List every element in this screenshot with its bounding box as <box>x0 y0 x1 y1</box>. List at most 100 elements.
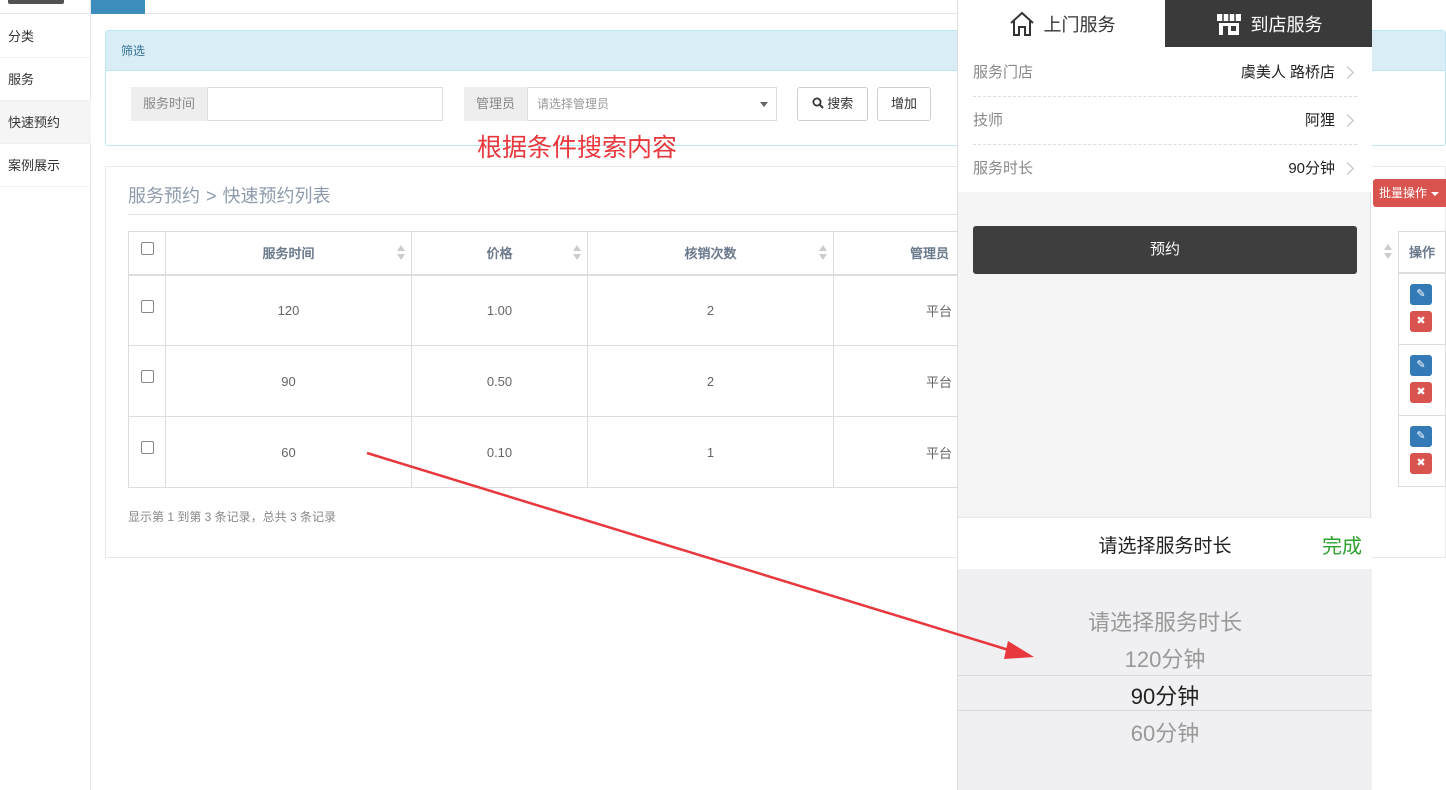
select-all-checkbox[interactable] <box>140 242 154 255</box>
top-active-tab[interactable] <box>91 0 145 14</box>
col-label: 价格 <box>486 246 513 262</box>
service-time-input[interactable] <box>207 87 444 121</box>
technician-row[interactable]: 技师 阿狸 <box>973 97 1357 145</box>
search-icon <box>812 97 824 109</box>
chevron-right-icon <box>1341 162 1354 175</box>
cell-price: 0.50 <box>411 345 588 417</box>
book-button[interactable]: 预约 <box>973 226 1357 274</box>
select-all-cell <box>128 231 166 276</box>
row-checkbox-cell <box>128 416 166 488</box>
cut-off-title <box>8 0 64 4</box>
cell-admin: 平台 <box>833 416 958 488</box>
add-button[interactable]: 增加 <box>877 87 931 121</box>
tab-home-label: 上门服务 <box>1043 14 1116 35</box>
search-button-label: 搜索 <box>827 96 854 111</box>
picker-option[interactable]: 60分钟 <box>958 716 1372 748</box>
row-checkbox[interactable] <box>140 441 154 454</box>
breadcrumb-separator: > <box>206 186 217 206</box>
col-label: 核销次数 <box>684 246 737 262</box>
duration-value: 90分钟 <box>1288 160 1335 177</box>
top-divider <box>145 13 957 14</box>
batch-operation-button[interactable]: 批量操作 <box>1373 179 1446 207</box>
breadcrumb-divider <box>128 214 1068 215</box>
col-operations: 操作 <box>1398 231 1446 274</box>
sidebar-top <box>0 0 91 14</box>
picker-option[interactable]: 请选择服务时长 <box>958 605 1372 637</box>
edit-icon[interactable]: ✎ <box>1410 355 1432 376</box>
service-time-label: 服务时间 <box>131 87 208 121</box>
cell-count: 2 <box>587 274 834 346</box>
mobile-tabs: 上门服务 到店服务 <box>958 0 1372 47</box>
pagination-info: 显示第 1 到第 3 条记录，总共 3 条记录 <box>128 510 337 524</box>
admin-select-placeholder: 请选择管理员 <box>537 97 610 111</box>
sidebar-item-cases[interactable]: 案例展示 <box>0 144 91 187</box>
sort-icon <box>397 245 405 261</box>
col-service-time[interactable]: 服务时间 <box>165 231 412 276</box>
op-row: ✎ ✖ <box>1398 345 1446 416</box>
mobile-preview: 上门服务 到店服务 服务门店 虞美人 路桥店 技师 阿狸 服务时长 90分钟 预… <box>957 0 1372 790</box>
duration-row[interactable]: 服务时长 90分钟 <box>973 145 1357 193</box>
table-row: 60 0.10 1 平台 <box>128 416 958 488</box>
row-checkbox[interactable] <box>140 299 154 313</box>
cell-admin: 平台 <box>833 345 958 417</box>
sidebar-item-quick-booking[interactable]: 快速预约 <box>0 101 91 144</box>
sidebar-item-service[interactable]: 服务 <box>0 58 91 101</box>
cell-price: 0.10 <box>411 416 588 488</box>
search-button[interactable]: 搜索 <box>797 87 868 121</box>
tab-store-label: 到店服务 <box>1250 14 1323 35</box>
picker-title: 请选择服务时长 <box>1098 536 1232 557</box>
delete-icon[interactable]: ✖ <box>1410 453 1432 474</box>
cell-admin: 平台 <box>833 274 958 346</box>
store-value: 虞美人 路桥店 <box>1240 64 1335 81</box>
breadcrumb-current: 快速预约列表 <box>222 186 331 206</box>
col-redeem-count[interactable]: 核销次数 <box>587 231 834 276</box>
cell-count: 2 <box>587 345 834 417</box>
col-admin[interactable]: 管理员 <box>833 231 958 276</box>
tab-home-service[interactable]: 上门服务 <box>958 0 1165 47</box>
cell-count: 1 <box>587 416 834 488</box>
delete-icon[interactable]: ✖ <box>1410 311 1432 332</box>
picker-selection-line <box>958 710 1372 711</box>
sort-icon <box>819 245 827 261</box>
batch-operation-label: 批量操作 <box>1379 186 1428 200</box>
edit-icon[interactable]: ✎ <box>1410 284 1432 305</box>
booking-table: 服务时间 价格 核销次数 管理员 120 1.00 2 平台 90 0.50 2… <box>128 231 958 488</box>
chevron-right-icon <box>1341 66 1354 79</box>
chevron-down-icon <box>760 102 769 107</box>
sort-icon <box>1384 244 1392 260</box>
duration-picker-wheel[interactable]: 请选择服务时长 120分钟 90分钟 60分钟 <box>958 569 1372 790</box>
technician-label: 技师 <box>973 112 1004 129</box>
col-label: 管理员 <box>909 246 949 262</box>
edit-icon[interactable]: ✎ <box>1410 426 1432 447</box>
picker-toolbar: 请选择服务时长 完成 <box>958 517 1372 569</box>
sort-icon <box>573 245 581 261</box>
caret-down-icon <box>1431 191 1440 196</box>
home-icon <box>1009 11 1034 36</box>
breadcrumb: 服务预约 > 快速预约列表 <box>128 182 331 208</box>
table-row: 90 0.50 2 平台 <box>128 345 958 417</box>
picker-selection-line <box>958 675 1372 676</box>
cell-time: 120 <box>165 274 412 346</box>
chevron-right-icon <box>1341 114 1354 127</box>
tab-store-service[interactable]: 到店服务 <box>1165 0 1372 47</box>
picker-option-selected[interactable]: 90分钟 <box>958 679 1372 711</box>
store-row[interactable]: 服务门店 虞美人 路桥店 <box>973 49 1357 97</box>
cell-price: 1.00 <box>411 274 588 346</box>
technician-value: 阿狸 <box>1304 112 1335 129</box>
sidebar-item-category[interactable]: 分类 <box>0 15 91 58</box>
picker-option[interactable]: 120分钟 <box>958 642 1372 674</box>
table-row: 120 1.00 2 平台 <box>128 274 958 346</box>
admin-select[interactable]: 请选择管理员 <box>527 87 778 121</box>
annotation-text: 根据条件搜索内容 <box>477 133 678 162</box>
row-checkbox[interactable] <box>140 370 154 383</box>
breadcrumb-parent[interactable]: 服务预约 <box>128 186 200 206</box>
cell-time: 90 <box>165 345 412 417</box>
delete-icon[interactable]: ✖ <box>1410 382 1432 403</box>
cell-time: 60 <box>165 416 412 488</box>
booking-info: 服务门店 虞美人 路桥店 技师 阿狸 服务时长 90分钟 <box>958 47 1372 192</box>
col-price[interactable]: 价格 <box>411 231 588 276</box>
admin-group: 管理员 请选择管理员 <box>464 87 778 121</box>
table-header-row: 服务时间 价格 核销次数 管理员 <box>128 231 958 276</box>
picker-done-button[interactable]: 完成 <box>1322 530 1362 559</box>
store-icon <box>1216 13 1241 35</box>
